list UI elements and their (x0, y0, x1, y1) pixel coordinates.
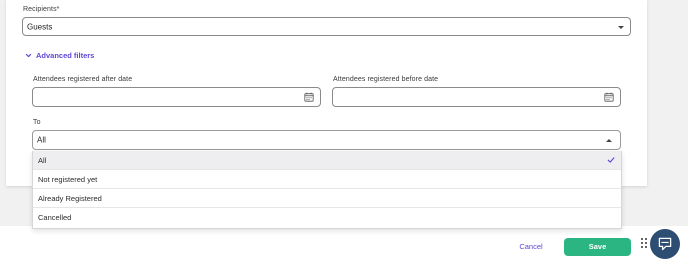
dropdown-option-all[interactable]: All (33, 151, 621, 170)
dropdown-option-not-registered[interactable]: Not registered yet (33, 170, 621, 189)
grip-icon[interactable] (641, 238, 647, 250)
after-date-label: Attendees registered after date (33, 76, 133, 83)
calendar-icon[interactable] (604, 92, 614, 102)
to-dropdown-list: All Not registered yet Already Registere… (32, 151, 622, 229)
chevron-down-icon (25, 53, 32, 57)
to-label: To (33, 119, 41, 126)
dropdown-option-cancelled[interactable]: Cancelled (33, 208, 621, 227)
before-date-input[interactable] (332, 87, 621, 107)
option-label: All (38, 156, 47, 165)
caret-down-icon (618, 26, 624, 29)
recipients-select[interactable]: Guests (22, 17, 631, 36)
chat-icon (658, 237, 672, 251)
to-value: All (37, 135, 46, 145)
before-date-label: Attendees registered before date (333, 76, 439, 83)
dropdown-option-already-registered[interactable]: Already Registered (33, 189, 621, 208)
to-select[interactable]: All (32, 130, 621, 150)
check-icon (607, 157, 615, 163)
advanced-filters-label: Advanced filters (36, 50, 95, 60)
save-button[interactable]: Save (564, 238, 631, 256)
advanced-filters-toggle[interactable]: Advanced filters (25, 50, 94, 60)
cancel-button[interactable]: Cancel (515, 239, 547, 255)
option-label: Cancelled (38, 213, 72, 222)
option-label: Already Registered (38, 194, 102, 203)
caret-up-icon (606, 139, 612, 142)
after-date-input[interactable] (32, 87, 321, 107)
chat-button[interactable] (650, 229, 680, 259)
calendar-icon[interactable] (304, 92, 314, 102)
recipients-value: Guests (27, 22, 53, 31)
option-label: Not registered yet (38, 175, 98, 184)
recipients-label: Recipients* (23, 6, 60, 13)
